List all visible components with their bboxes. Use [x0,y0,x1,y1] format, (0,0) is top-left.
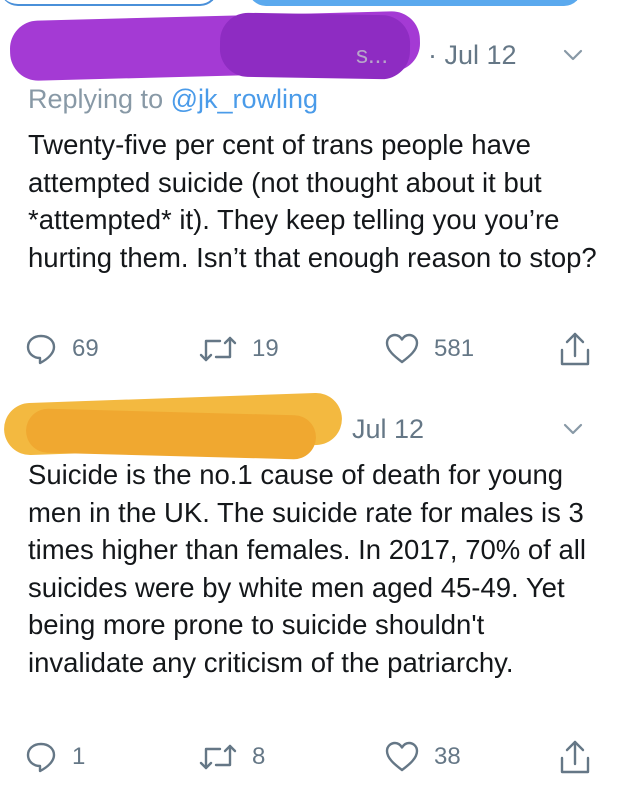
tweet-date[interactable]: · Jul 12 [428,40,517,71]
chevron-down-icon[interactable] [562,44,584,66]
chevron-down-icon[interactable] [562,418,584,440]
tweet-actions: 69 19 581 [0,330,626,370]
tweet-text: Suicide is the no.1 cause of death for y… [28,459,586,678]
reply-button[interactable]: 69 [24,332,99,366]
like-count: 38 [434,743,461,770]
retweet-button[interactable]: 8 [198,740,265,774]
tweet-text: Twenty-five per cent of trans people hav… [28,129,597,273]
redaction-scribble [25,408,317,460]
like-count: 581 [434,335,475,362]
tweet-2[interactable]: Jul 12 Suicide is the no.1 cause of deat… [0,392,626,808]
reply-icon [26,742,56,773]
username-fragment: s... [356,42,389,69]
share-button[interactable] [558,738,592,776]
retweet-count: 8 [252,743,266,770]
like-button[interactable]: 581 [384,332,474,366]
heart-icon [385,741,419,772]
retweet-icon [199,744,237,770]
share-icon [560,740,590,774]
replying-to: Replying to @jk_rowling [28,84,318,115]
reply-button[interactable]: 1 [24,740,85,774]
retweet-icon [199,336,237,362]
reply-icon [26,334,56,365]
tweet-actions: 1 8 38 [0,738,626,778]
share-button[interactable] [558,330,592,368]
replying-to-label: Replying to [28,84,171,114]
tweet-1[interactable]: s... · Jul 12 Replying to @jk_rowling Tw… [0,0,626,392]
reply-count: 1 [72,743,86,770]
retweet-button[interactable]: 19 [198,332,279,366]
like-button[interactable]: 38 [384,740,461,774]
share-icon [560,332,590,366]
reply-count: 69 [72,335,99,362]
retweet-count: 19 [252,335,279,362]
tweet-date[interactable]: Jul 12 [352,414,424,445]
replying-to-handle[interactable]: @jk_rowling [171,84,318,114]
heart-icon [385,333,419,364]
